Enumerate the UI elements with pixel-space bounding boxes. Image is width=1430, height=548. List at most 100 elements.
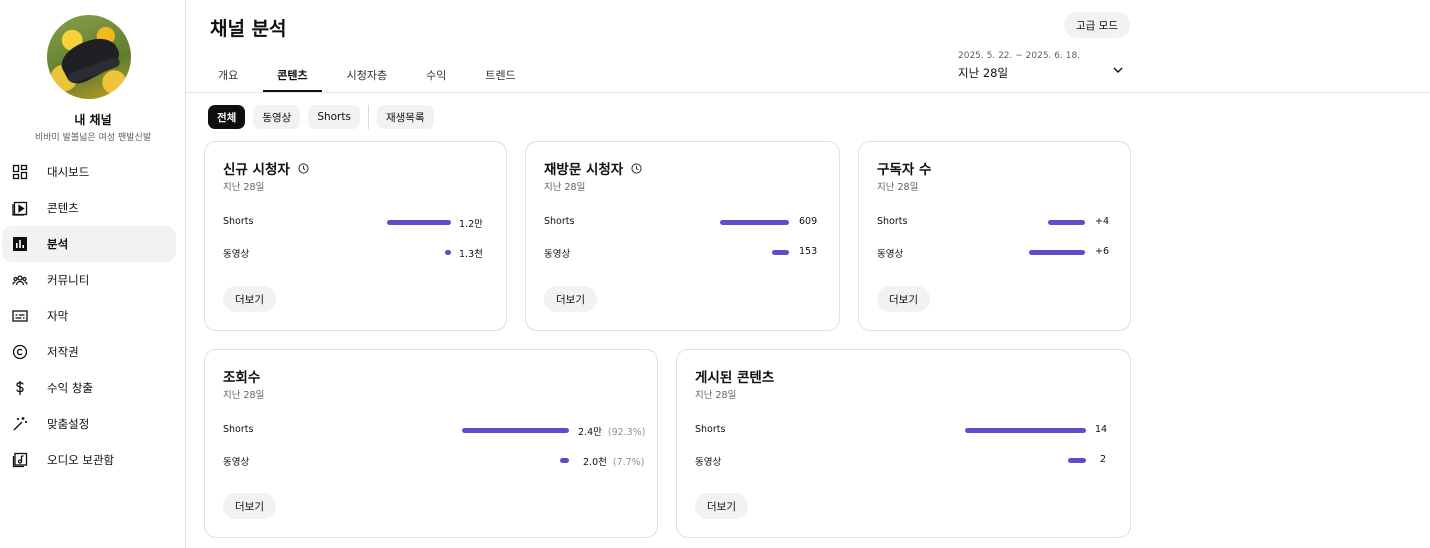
chip-divider [367,105,369,129]
date-range-text: 2025. 5. 22. ~ 2025. 6. 18. [958,51,1081,61]
sidebar-item-label: 분석 [47,237,69,251]
sidebar-item-label: 커뮤니티 [47,273,90,287]
see-more-button[interactable]: 더보기 [877,286,930,312]
magic-wand-icon [12,416,28,432]
tab-overview[interactable]: 개요 [204,58,252,92]
metric-row-videos: 동영상 153 [544,245,824,260]
copyright-icon [12,344,28,360]
metric-bar [445,250,451,255]
dollar-icon [12,380,28,396]
row-label: Shorts [223,424,254,435]
see-more-button[interactable]: 더보기 [695,493,748,519]
chip-videos[interactable]: 동영상 [253,105,301,129]
tab-revenue[interactable]: 수익 [412,58,460,92]
date-period-text: 지난 28일 [958,66,1009,80]
row-label: 동영상 [695,457,722,468]
metric-bar [720,220,789,225]
analytics-icon [12,236,28,252]
card-subtitle: 지난 28일 [223,182,265,193]
metric-bar [560,458,569,463]
row-value: 609 [799,216,818,227]
sidebar-item-subtitles[interactable]: 자막 [2,298,176,334]
card-subtitle: 지난 28일 [877,182,919,193]
content-icon [12,200,28,216]
sidebar: 내 채널 비바미 발볼넓은 여성 팬발신발 대시보드 콘텐츠 분석 커뮤니티 자… [0,0,186,548]
metric-bar [1048,220,1085,225]
page-title: 채널 분석 [210,18,287,40]
row-label: Shorts [544,216,575,227]
row-value: 1.2만 [459,219,483,230]
new-viewers-card: 신규 시청자 지난 28일 Shorts 1.2만 동영상 1.3천 더보기 [204,141,507,331]
sidebar-item-community[interactable]: 커뮤니티 [2,262,176,298]
metric-row-shorts: Shorts +4 [877,215,1117,229]
sidebar-item-content[interactable]: 콘텐츠 [2,190,176,226]
chip-all[interactable]: 전체 [208,105,246,129]
sidebar-item-dashboard[interactable]: 대시보드 [2,154,176,190]
card-subtitle: 지난 28일 [544,182,586,193]
see-more-button[interactable]: 더보기 [544,286,597,312]
header-divider [186,92,1430,93]
row-value: 2.4만 (92.3%) [578,427,646,438]
row-value: 153 [799,246,818,257]
sidebar-item-label: 맞춤설정 [47,417,90,431]
channel-avatar[interactable] [47,15,131,99]
row-label: 동영상 [223,457,250,468]
row-label: 동영상 [544,249,571,260]
card-subtitle: 지난 28일 [695,390,737,401]
sidebar-item-audio-library[interactable]: 오디오 보관함 [2,442,176,478]
card-title: 조회수 [223,370,261,386]
card-title: 구독자 수 [877,162,932,178]
row-label: 동영상 [223,249,250,260]
row-label: 동영상 [877,249,904,260]
row-value: +6 [1095,246,1110,257]
date-range-selector[interactable]: 2025. 5. 22. ~ 2025. 6. 18. 지난 28일 [958,51,1128,81]
card-title: 재방문 시청자 [544,158,642,178]
advanced-mode-button[interactable]: 고급 모드 [1064,12,1130,38]
filter-chips: 전체 동영상 Shorts 재생목록 [208,105,442,129]
see-more-button[interactable]: 더보기 [223,286,276,312]
metric-bar [1029,250,1085,255]
sidebar-item-copyright[interactable]: 저작권 [2,334,176,370]
community-icon [12,272,28,288]
card-title: 신규 시청자 [223,158,309,178]
tab-audience[interactable]: 시청자층 [333,58,401,92]
sidebar-item-monetization[interactable]: 수익 창출 [2,370,176,406]
sidebar-item-label: 저작권 [47,345,79,359]
sidebar-item-analytics[interactable]: 분석 [2,226,176,262]
row-percent: (7.7%) [612,457,645,468]
metric-bar [772,250,789,255]
row-value: 2.0천 (7.7%) [583,457,645,468]
chevron-down-icon [1112,61,1124,80]
tab-content[interactable]: 콘텐츠 [263,58,323,92]
metric-row-shorts: Shorts 14 [695,423,1115,437]
channel-subtitle: 비바미 발볼넓은 여성 팬발신발 [34,133,152,143]
clock-icon[interactable] [631,162,642,174]
views-card: 조회수 지난 28일 Shorts 2.4만 (92.3%) 동영상 2.0천 (7… [204,349,658,538]
sidebar-item-customization[interactable]: 맞춤설정 [2,406,176,442]
metric-bar [965,428,1086,433]
metric-row-videos: 동영상 2.0천 (7.7%) [223,453,645,468]
metric-row-shorts: Shorts 609 [544,215,824,229]
row-label: Shorts [223,216,254,227]
row-percent: (92.3%) [607,427,646,438]
chip-shorts[interactable]: Shorts [308,105,360,129]
tab-trends[interactable]: 트렌드 [471,58,529,92]
sidebar-item-label: 오디오 보관함 [47,453,115,467]
row-value: +4 [1095,216,1110,227]
clock-icon[interactable] [298,162,309,174]
published-content-card: 게시된 콘텐츠 지난 28일 Shorts 14 동영상 2 더보기 [676,349,1131,538]
row-value: 14 [1095,424,1108,435]
chip-playlists[interactable]: 재생목록 [376,105,434,129]
metric-row-videos: 동영상 1.3천 [223,245,483,260]
see-more-button[interactable]: 더보기 [223,493,276,519]
metric-row-videos: 동영상 +6 [877,245,1117,260]
returning-viewers-card: 재방문 시청자 지난 28일 Shorts 609 동영상 153 더보기 [525,141,840,331]
subscribers-card: 구독자 수 지난 28일 Shorts +4 동영상 +6 더보기 [858,141,1131,331]
card-title: 게시된 콘텐츠 [695,370,775,386]
metric-row-shorts: Shorts 1.2만 [223,215,483,230]
card-subtitle: 지난 28일 [223,390,265,401]
metric-row-shorts: Shorts 2.4만 (92.3%) [223,423,646,438]
sidebar-item-label: 콘텐츠 [47,201,79,215]
sidebar-nav: 대시보드 콘텐츠 분석 커뮤니티 자막 저작권 수익 창출 맞춤설정 오디오 보… [2,154,176,478]
row-value: 1.3천 [459,249,483,260]
